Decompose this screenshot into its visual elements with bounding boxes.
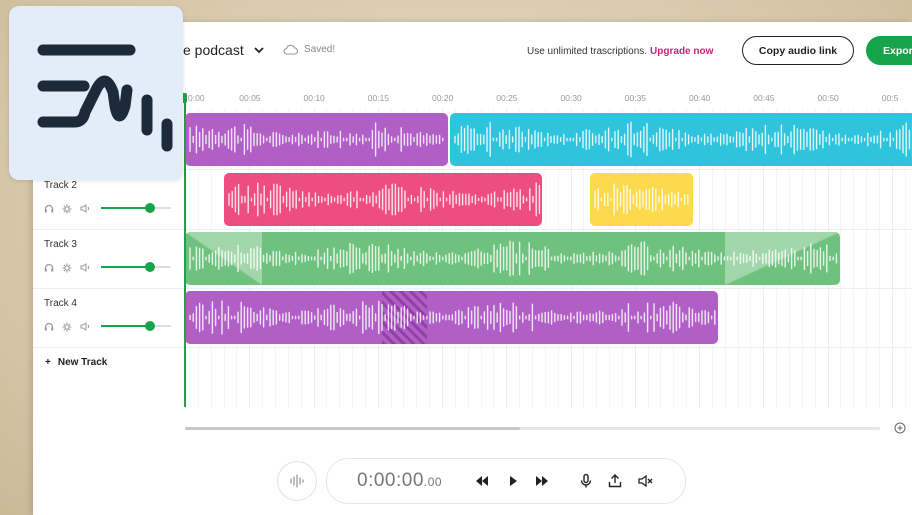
headphones-icon[interactable] — [44, 263, 54, 272]
ruler-tick-label: 00:20 — [432, 93, 454, 103]
chevron-down-icon[interactable] — [254, 46, 264, 54]
upgrade-link[interactable]: Upgrade now — [650, 46, 713, 57]
ruler-tick-label: 00:50 — [817, 93, 839, 103]
transport-bar: 0:00:00.00 — [326, 458, 686, 504]
track-name[interactable]: Track 2 — [44, 180, 77, 191]
waveform — [189, 240, 838, 277]
waveform — [227, 182, 540, 217]
upload-icon[interactable] — [606, 472, 624, 490]
timeline-ruler[interactable]: 0:00 00:05 00:10 00:15 00:20 00:25 00:30 00:35 0… — [185, 90, 912, 110]
mute-speaker-icon[interactable] — [636, 472, 654, 490]
waveform — [454, 121, 912, 158]
audio-clip[interactable] — [223, 173, 543, 226]
audio-clip[interactable] — [589, 173, 693, 226]
ruler-tick-label: 00:25 — [496, 93, 518, 103]
ruler-tick-label: 0:00 — [188, 93, 205, 103]
time-display: 0:00:00.00 — [357, 470, 442, 492]
headphones-icon[interactable] — [44, 322, 54, 331]
upgrade-promo: Use unlimited trascriptions. Upgrade now — [527, 46, 713, 57]
project-title[interactable]: e podcast — [183, 42, 264, 58]
timeline-scrollbar-thumb[interactable] — [185, 427, 520, 430]
save-status: Saved! — [283, 44, 335, 55]
waveform-view-button[interactable] — [277, 461, 317, 501]
app-logo-icon — [37, 44, 173, 152]
export-button[interactable]: Expor — [866, 36, 912, 65]
zoom-in-icon[interactable] — [894, 422, 906, 434]
ruler-tick-label: 00:35 — [624, 93, 647, 103]
headphones-icon[interactable] — [44, 204, 54, 213]
copy-audio-link-button[interactable]: Copy audio link — [742, 36, 854, 65]
ruler-tick-label: 00:05 — [239, 93, 261, 103]
settings-icon[interactable] — [62, 263, 72, 273]
volume-slider[interactable] — [101, 321, 171, 331]
track-row-separator — [33, 288, 912, 289]
app-logo — [9, 6, 183, 180]
saved-label: Saved! — [304, 44, 336, 55]
waveform — [594, 183, 689, 216]
ruler-tick-label: 00:30 — [560, 93, 582, 103]
ruler-tick-label: 00:5 — [881, 93, 899, 103]
speaker-icon[interactable] — [80, 263, 91, 272]
project-title-text: e podcast — [183, 42, 244, 58]
track-name[interactable]: Track 4 — [44, 298, 77, 309]
timeline-scrollbar[interactable] — [185, 427, 880, 430]
waveform-icon — [290, 474, 304, 488]
settings-icon[interactable] — [62, 322, 72, 332]
plus-icon: + — [45, 357, 51, 368]
volume-slider[interactable] — [101, 262, 171, 272]
audio-clip[interactable] — [185, 291, 719, 344]
cloud-check-icon — [283, 44, 298, 55]
ruler-tick-label: 00:15 — [367, 93, 390, 103]
audio-clip[interactable] — [185, 113, 449, 166]
rewind-icon[interactable] — [473, 472, 491, 490]
ruler-tick-label: 00:40 — [689, 93, 711, 103]
ruler-tick-label: 00:10 — [303, 93, 325, 103]
track-header[interactable]: Track 3 — [33, 229, 183, 289]
track-name[interactable]: Track 3 — [44, 239, 77, 250]
audio-clip[interactable] — [449, 113, 912, 166]
volume-slider-fill — [101, 266, 150, 268]
time-main: 0:00:00 — [357, 470, 424, 491]
waveform — [189, 122, 444, 157]
settings-icon[interactable] — [62, 204, 72, 214]
volume-slider-knob[interactable] — [145, 203, 155, 213]
volume-slider-fill — [101, 207, 150, 209]
play-icon[interactable] — [504, 472, 522, 490]
time-ms: .00 — [423, 475, 443, 489]
playhead[interactable] — [184, 93, 186, 407]
speaker-icon[interactable] — [80, 204, 91, 213]
speaker-icon[interactable] — [80, 322, 91, 331]
new-track-label: New Track — [57, 357, 108, 368]
track-header[interactable]: Track 4 — [33, 288, 183, 348]
audio-clip[interactable] — [185, 232, 841, 285]
volume-slider-knob[interactable] — [145, 321, 155, 331]
track-row-separator — [33, 229, 912, 230]
fast-forward-icon[interactable] — [533, 472, 551, 490]
volume-slider[interactable] — [101, 203, 171, 213]
track-row-separator — [33, 347, 912, 348]
promo-text: Use unlimited trascriptions. — [527, 46, 648, 57]
microphone-icon[interactable] — [577, 472, 595, 490]
volume-slider-fill — [101, 325, 150, 327]
volume-slider-knob[interactable] — [145, 262, 155, 272]
waveform — [189, 300, 716, 335]
ruler-tick-label: 00:45 — [753, 93, 775, 103]
new-track-button[interactable]: + New Track — [45, 357, 107, 368]
